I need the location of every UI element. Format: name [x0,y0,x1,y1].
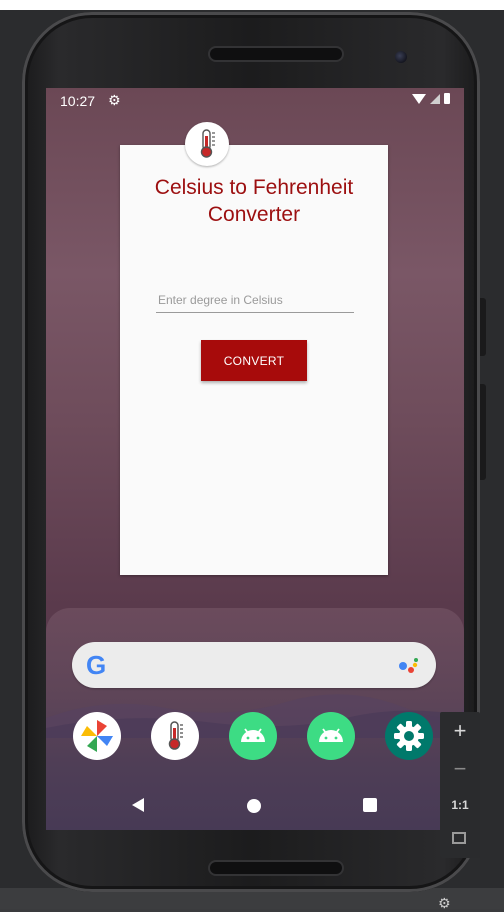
front-camera [395,51,407,63]
status-icons [412,93,450,104]
home-icon[interactable] [247,799,261,813]
zoom-fit-icon[interactable] [452,832,466,844]
emulator-zoom-panel: + − 1:1 [440,712,480,858]
android-app-icon[interactable] [229,712,277,760]
convert-button[interactable]: CONVERT [201,340,307,381]
navigation-bar [46,788,464,830]
top-speaker [210,48,342,60]
photos-pinwheel-icon[interactable] [73,712,121,760]
zoom-in-button[interactable]: + [440,718,480,744]
corner-settings-icon[interactable]: ⚙ [438,895,451,912]
emulator-window: 10:27 ⚙ Celsius to Fehrenheit Converter … [0,0,504,912]
settings-gear-icon[interactable] [385,712,433,760]
bottom-speaker [210,862,342,874]
back-icon[interactable] [132,798,144,812]
phone-screen: 10:27 ⚙ Celsius to Fehrenheit Converter … [46,88,464,830]
settings-notification-icon: ⚙ [108,92,121,108]
status-bar: 10:27 ⚙ [46,88,464,114]
signal-icon [430,93,440,104]
app-header-thermometer-icon [185,122,229,166]
android-app-icon-2[interactable] [307,712,355,760]
google-logo-icon: G [86,650,107,680]
zoom-actual-size-button[interactable]: 1:1 [440,798,480,812]
thermometer-app-icon[interactable] [151,712,199,760]
wifi-icon [412,93,426,104]
celsius-input[interactable] [156,288,354,313]
status-time: 10:27 [60,93,96,109]
google-assistant-icon[interactable] [398,656,420,674]
window-top-edge [0,0,504,10]
google-search-bar[interactable]: G [72,642,436,688]
battery-icon [444,93,450,104]
zoom-out-button[interactable]: − [440,756,480,782]
page-title: Celsius to Fehrenheit Converter [154,176,354,226]
power-button[interactable] [480,298,486,356]
recents-icon[interactable] [363,798,377,812]
volume-button[interactable] [480,384,486,480]
